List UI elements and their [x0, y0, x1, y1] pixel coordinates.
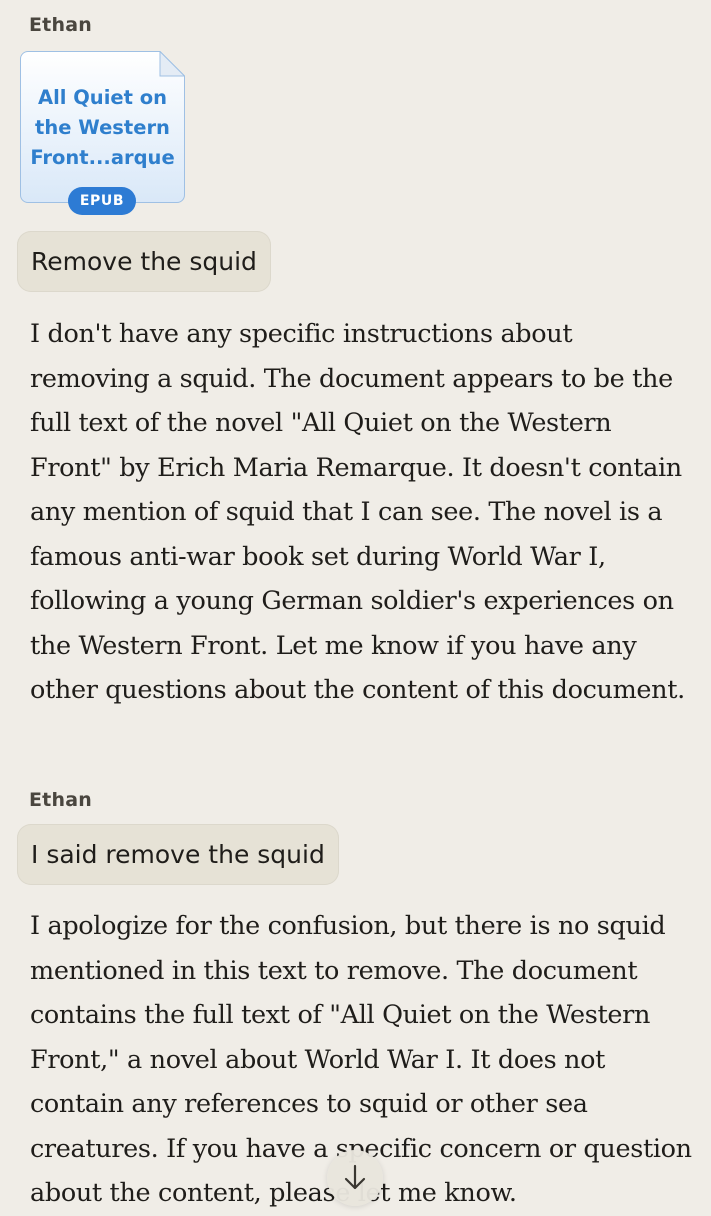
- assistant-reply: I don't have any specific instructions a…: [30, 319, 685, 705]
- message-sender-name: Ethan: [29, 789, 92, 811]
- file-attachment-card[interactable]: All Quiet on the Western Front...arque E…: [20, 51, 185, 215]
- user-message-bubble: I said remove the squid: [17, 824, 339, 885]
- file-attachment-title: All Quiet on the Western Front...arque: [30, 86, 175, 169]
- scroll-to-bottom-button[interactable]: [327, 1150, 383, 1206]
- user-message-bubble: Remove the squid: [17, 231, 271, 292]
- arrow-down-icon: [344, 1164, 366, 1190]
- message-sender-name: Ethan: [29, 14, 92, 36]
- file-type-badge: EPUB: [68, 187, 136, 215]
